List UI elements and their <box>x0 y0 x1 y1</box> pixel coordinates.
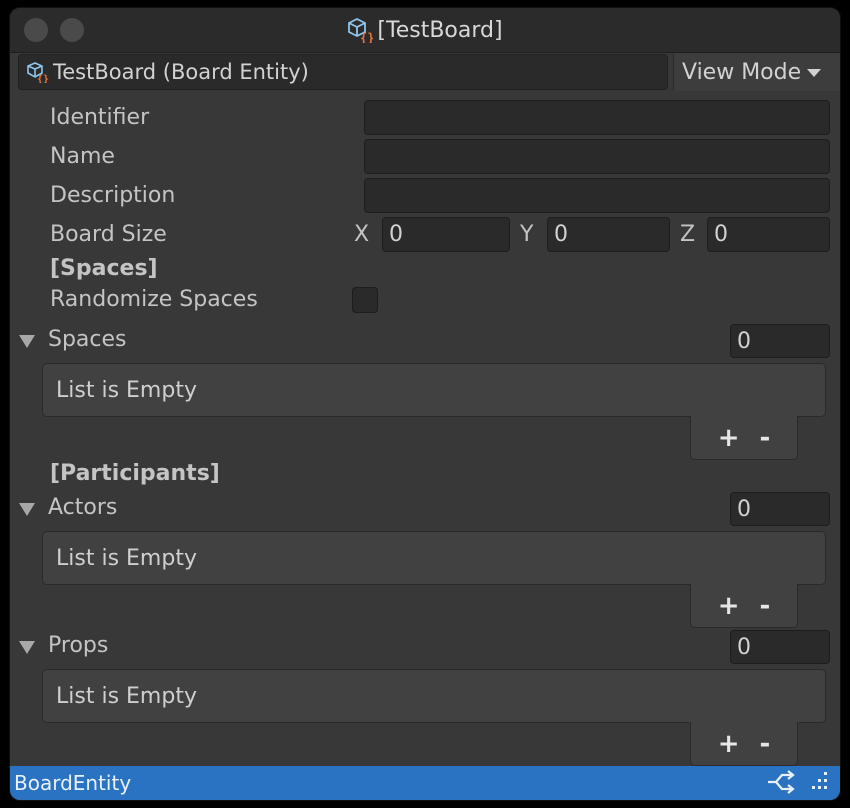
board-size-x-label[interactable]: X <box>354 222 369 247</box>
object-field-label: TestBoard (Board Entity) <box>53 60 309 84</box>
object-field[interactable]: {} TestBoard (Board Entity) <box>18 54 668 90</box>
window-title: [TestBoard] <box>377 17 503 43</box>
view-mode-label: View Mode <box>682 59 802 85</box>
inspector-window: {} [TestBoard] {} TestBoard (Board Entit… <box>10 8 840 800</box>
board-size-x-input[interactable]: 0 <box>382 217 510 252</box>
scriptable-object-icon: {} <box>27 62 49 83</box>
randomize-spaces-label: Randomize Spaces <box>50 287 258 312</box>
scriptable-object-icon: {} <box>348 17 373 43</box>
name-input[interactable] <box>364 139 830 174</box>
spaces-remove-button[interactable]: - <box>760 423 771 453</box>
identifier-label: Identifier <box>50 105 150 130</box>
resize-grip-icon[interactable] <box>806 770 832 794</box>
actors-remove-button[interactable]: - <box>760 591 771 621</box>
board-size-y-label[interactable]: Y <box>520 222 533 247</box>
spaces-add-button[interactable]: + <box>718 423 740 453</box>
actors-list-box: List is Empty <box>42 531 826 585</box>
svg-text:{}: {} <box>37 74 49 83</box>
actors-empty-text: List is Empty <box>56 545 197 571</box>
status-bar-icons <box>766 770 832 794</box>
title-bar: {} [TestBoard] <box>10 8 840 53</box>
randomize-spaces-checkbox[interactable] <box>352 287 378 313</box>
props-foldout-arrow-icon[interactable] <box>19 641 35 654</box>
props-add-button[interactable]: + <box>718 729 740 759</box>
board-size-z-label[interactable]: Z <box>680 222 695 247</box>
spaces-count-input[interactable]: 0 <box>730 324 830 358</box>
spaces-empty-text: List is Empty <box>56 377 197 403</box>
props-list-controls: + - <box>690 722 798 766</box>
identifier-input[interactable] <box>364 100 830 135</box>
spaces-list-box: List is Empty <box>42 363 826 417</box>
actors-add-button[interactable]: + <box>718 591 740 621</box>
actors-list-controls: + - <box>690 584 798 628</box>
spaces-list-label[interactable]: Spaces <box>48 327 127 352</box>
props-count-input[interactable]: 0 <box>730 630 830 664</box>
board-size-z-input[interactable]: 0 <box>707 217 830 252</box>
status-bar-text: BoardEntity <box>14 771 132 795</box>
name-label: Name <box>50 144 115 169</box>
description-label: Description <box>50 183 176 208</box>
dropdown-caret-icon <box>807 69 822 77</box>
status-bar: BoardEntity <box>10 766 840 800</box>
spaces-list-controls: + - <box>690 416 798 460</box>
actors-list-label[interactable]: Actors <box>48 495 117 520</box>
description-input[interactable] <box>364 178 830 213</box>
board-size-label: Board Size <box>50 222 167 247</box>
view-mode-dropdown[interactable]: View Mode <box>673 53 840 91</box>
props-remove-button[interactable]: - <box>760 729 771 759</box>
spaces-section-header: [Spaces] <box>50 256 158 281</box>
props-empty-text: List is Empty <box>56 683 197 709</box>
board-size-y-input[interactable]: 0 <box>547 217 670 252</box>
spaces-foldout-arrow-icon[interactable] <box>19 335 35 348</box>
props-list-label[interactable]: Props <box>48 633 108 658</box>
actors-foldout-arrow-icon[interactable] <box>19 503 35 516</box>
merge-icon[interactable] <box>766 770 798 794</box>
participants-section-header: [Participants] <box>50 461 220 486</box>
title-group: {} [TestBoard] <box>10 8 840 52</box>
actors-count-input[interactable]: 0 <box>730 492 830 526</box>
svg-text:{}: {} <box>360 31 373 43</box>
props-list-box: List is Empty <box>42 669 826 723</box>
